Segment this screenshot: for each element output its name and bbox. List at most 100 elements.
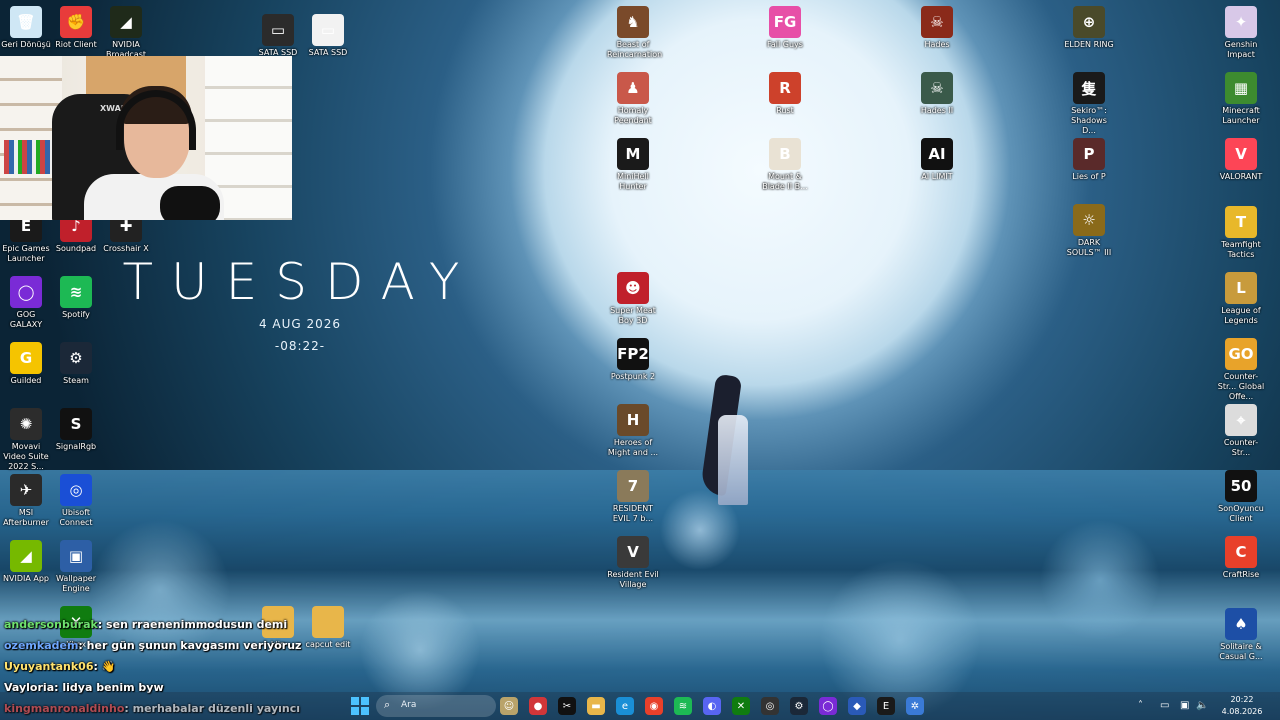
desktop-shortcut[interactable]: ✺ Movavi Video Suite 2022 S... xyxy=(0,408,52,472)
desktop-shortcut[interactable]: T Teamfight Tactics xyxy=(1215,206,1267,260)
desktop-shortcut[interactable]: ≋ Spotify xyxy=(50,276,102,320)
volume-icon[interactable]: 🔈 xyxy=(1196,700,1208,711)
desktop-shortcut[interactable]: C CraftRise xyxy=(1215,536,1267,580)
network-app-icon[interactable]: ✲ xyxy=(906,697,924,715)
date-widget: TUESDAY 4 AUG 2026 -08:22- xyxy=(120,255,480,353)
desktop-shortcut[interactable]: H Heroes of Might and ... xyxy=(607,404,659,458)
shortcut-label: SignalRgb xyxy=(55,442,97,451)
desktop-shortcut[interactable]: ♠ Solitaire & Casual G... xyxy=(1215,608,1267,662)
desktop-shortcut[interactable]: FG Fall Guys xyxy=(759,6,811,50)
shortcut-label: Steam xyxy=(63,376,89,385)
network-icon[interactable]: ▣ xyxy=(1180,700,1189,711)
shortcut-label: SonOyuncu Client xyxy=(1218,504,1264,523)
desktop-shortcut[interactable]: S SignalRgb xyxy=(50,408,102,452)
search-icon: ⌕ xyxy=(384,698,391,711)
shortcut-label: DARK SOULS™ III xyxy=(1066,238,1112,257)
desktop-shortcut[interactable]: ▦ Minecraft Launcher xyxy=(1215,72,1267,126)
obs-icon[interactable]: ◎ xyxy=(761,697,779,715)
search-placeholder: Ara xyxy=(401,700,417,710)
desktop-shortcut[interactable]: ◢ NVIDIA Broadcast xyxy=(100,6,152,60)
taskbar-search[interactable]: ⌕ Ara xyxy=(376,695,496,717)
desktop-shortcut[interactable]: ⊕ ELDEN RING xyxy=(1063,6,1115,50)
chevron-up-icon[interactable]: ˄ xyxy=(1138,700,1143,711)
shortcut-label: MiniHell Hunter xyxy=(617,172,649,191)
chat-message: ozemkadem: her gün şunun kavgasını veriy… xyxy=(4,639,302,652)
super-meat-boy-icon: ☻ xyxy=(617,272,649,304)
capcut-icon[interactable]: ✂ xyxy=(558,697,576,715)
desktop-shortcut[interactable]: ◢ NVIDIA App xyxy=(0,540,52,584)
file-explorer-icon[interactable]: ▬ xyxy=(587,697,605,715)
desktop-shortcut[interactable]: M MiniHell Hunter xyxy=(607,138,659,192)
spotify-icon[interactable]: ≋ xyxy=(674,697,692,715)
desktop-shortcut[interactable]: 隻 Sekiro™: Shadows D... xyxy=(1063,72,1115,136)
game-icon[interactable]: ◆ xyxy=(848,697,866,715)
riot-icon[interactable]: ● xyxy=(529,697,547,715)
desktop-shortcut[interactable]: 50 SonOyuncu Client xyxy=(1215,470,1267,524)
desktop-shortcut[interactable]: GO Counter-Str... Global Offe... xyxy=(1215,338,1267,402)
desktop-shortcut[interactable]: ◯ GOG GALAXY xyxy=(0,276,52,330)
shortcut-label: SATA SSD xyxy=(308,48,348,57)
shortcut-label: capcut edit xyxy=(305,640,351,649)
game-icon: ♟ xyxy=(617,72,649,104)
desktop-shortcut[interactable]: ▭ SATA SSD xyxy=(252,14,304,58)
desktop-shortcut[interactable]: ⚙ Steam xyxy=(50,342,102,386)
desktop-shortcut[interactable]: B Mount & Blade II B... xyxy=(759,138,811,192)
clock-date: 4.08.2026 xyxy=(1221,707,1263,716)
desktop-shortcut[interactable]: ✈ MSI Afterburner xyxy=(0,474,52,528)
desktop-shortcut[interactable]: P Lies of P xyxy=(1063,138,1115,182)
shortcut-label: Postpunk 2 xyxy=(610,372,656,381)
desktop-shortcut[interactable]: ◎ Ubisoft Connect xyxy=(50,474,102,528)
shortcut-label: Homaly Peendant xyxy=(614,106,652,125)
shortcut-label: RESIDENT EVIL 7 b... xyxy=(612,504,654,523)
desktop-shortcut[interactable]: G Guilded xyxy=(0,342,52,386)
desktop-shortcut[interactable]: capcut edit xyxy=(302,606,354,650)
gog-galaxy-icon: ◯ xyxy=(10,276,42,308)
desktop-shortcut[interactable]: V VALORANT xyxy=(1215,138,1267,182)
desktop-shortcut[interactable]: R Rust xyxy=(759,72,811,116)
edge-icon[interactable]: e xyxy=(616,697,634,715)
shortcut-label: Counter-Str... Global Offe... xyxy=(1217,372,1265,401)
desktop-shortcut[interactable]: ▣ Wallpaper Engine xyxy=(50,540,102,594)
desktop-shortcut[interactable]: ⌖ Counter-Str... xyxy=(1215,404,1267,458)
desktop-shortcut[interactable]: ☠ Hades II xyxy=(911,72,963,116)
desktop-shortcut[interactable]: 7 RESIDENT EVIL 7 b... xyxy=(607,470,659,524)
steam-icon: ⚙ xyxy=(60,342,92,374)
re7-icon: 7 xyxy=(617,470,649,502)
xbox-icon[interactable]: ✕ xyxy=(732,697,750,715)
gog-icon[interactable]: ◯ xyxy=(819,697,837,715)
rust-icon: R xyxy=(769,72,801,104)
chrome-icon[interactable]: ◉ xyxy=(645,697,663,715)
shortcut-label: Mount & Blade II B... xyxy=(762,172,808,191)
desktop-shortcut[interactable]: 🗑 Geri Dönüşü xyxy=(0,6,52,50)
desktop-shortcut[interactable]: ☠ Hades xyxy=(911,6,963,50)
tray-app-icon[interactable]: ▭ xyxy=(1160,700,1169,711)
shortcut-label: Guilded xyxy=(10,376,42,385)
desktop-shortcut[interactable]: ☼ DARK SOULS™ III xyxy=(1063,204,1115,258)
shortcut-label: Solitaire & Casual G... xyxy=(1219,642,1263,661)
windows-icon xyxy=(351,697,369,715)
desktop-shortcut[interactable]: ☻ Super Meat Boy 3D xyxy=(607,272,659,326)
epic-icon[interactable]: E xyxy=(877,697,895,715)
desktop-shortcut[interactable]: FP2 Postpunk 2 xyxy=(607,338,659,382)
desktop-shortcut[interactable]: AI AI LIMIT xyxy=(911,138,963,182)
solitaire-icon: ♠ xyxy=(1225,608,1257,640)
shortcut-label: Minecraft Launcher xyxy=(1222,106,1260,125)
desktop-shortcut[interactable]: V Resident Evil Village xyxy=(607,536,659,590)
desktop-shortcut[interactable]: L League of Legends xyxy=(1215,272,1267,326)
start-button[interactable] xyxy=(350,696,370,716)
shortcut-label: Soundpad xyxy=(55,244,97,253)
copilot-icon[interactable]: ☺ xyxy=(500,697,518,715)
desktop-shortcut[interactable]: ▭ SATA SSD xyxy=(302,14,354,58)
desktop-shortcut[interactable]: ♞ Beast of Reincarnation xyxy=(607,6,662,60)
lies-of-p-icon: P xyxy=(1073,138,1105,170)
desktop-shortcut[interactable]: ✊ Riot Client xyxy=(50,6,102,50)
desktop-shortcut[interactable]: ✦ Genshin Impact xyxy=(1215,6,1267,60)
desktop-shortcut[interactable]: ♟ Homaly Peendant xyxy=(607,72,659,126)
taskbar-clock[interactable]: 20:22 4.08.2026 xyxy=(1218,694,1266,718)
guilded-icon: G xyxy=(10,342,42,374)
drive-icon: ▭ xyxy=(262,14,294,46)
steam-icon[interactable]: ⚙ xyxy=(790,697,808,715)
taskbar: ⌕ Ara ☺ ● ✂ ▬ e ◉ ≋ ◐ ✕ ◎ ⚙ ◯ ◆ E ✲ ˄ ▭ ▣ 🔈 20:22 4.08… xyxy=(0,692,1280,720)
clock-time: 20:22 xyxy=(1230,695,1254,704)
discord-icon[interactable]: ◐ xyxy=(703,697,721,715)
